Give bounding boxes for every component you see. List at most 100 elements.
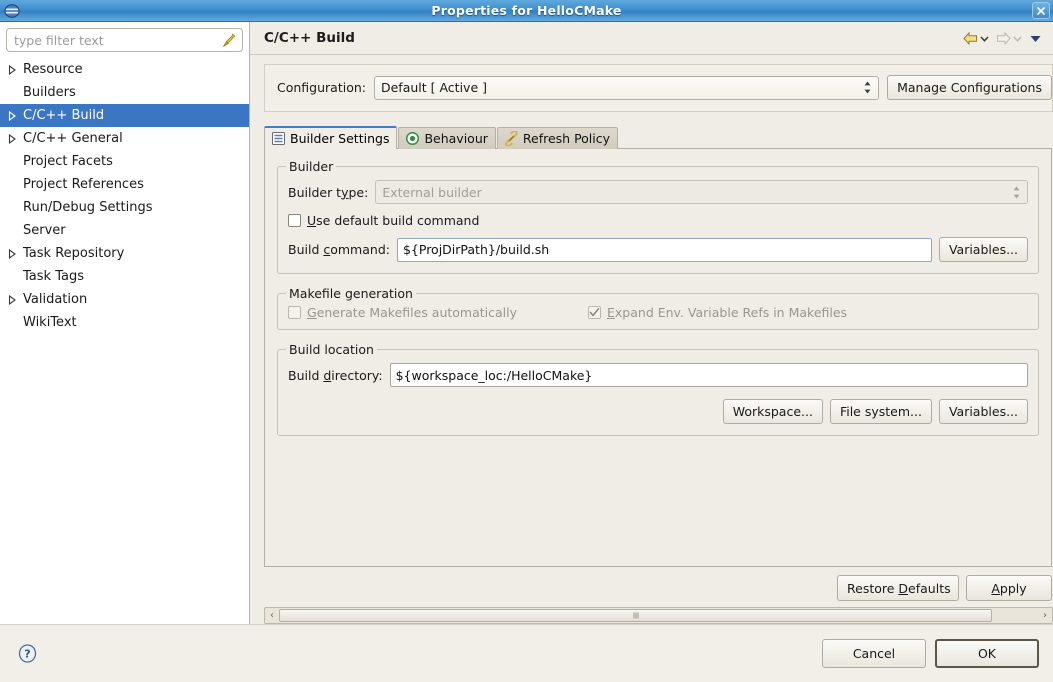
build-command-variables-button[interactable]: Variables... xyxy=(938,237,1028,262)
forward-button[interactable] xyxy=(993,31,1024,46)
properties-dialog: Properties for HelloCMake type filter te… xyxy=(0,0,1053,682)
back-arrow-icon xyxy=(963,31,977,45)
expand-arrow-icon[interactable] xyxy=(4,248,21,259)
scroll-left-arrow[interactable]: ‹ xyxy=(265,608,279,623)
sidebar-item-project-facets[interactable]: Project Facets xyxy=(0,150,249,173)
tab-refresh-policy[interactable]: Refresh Policy xyxy=(496,127,619,149)
checkmark-icon xyxy=(589,308,600,317)
expand-arrow-icon[interactable] xyxy=(4,294,21,305)
sidebar-item-project-references[interactable]: Project References xyxy=(0,173,249,196)
expand-env-vars-checkbox xyxy=(588,306,601,319)
scrollbar-track[interactable] xyxy=(279,609,1038,622)
sidebar-item-label: Project References xyxy=(23,177,144,192)
sidebar-item-label: Task Repository xyxy=(23,246,125,261)
configuration-label: Configuration: xyxy=(277,80,366,95)
sidebar-item-c-c-general[interactable]: C/C++ General xyxy=(0,127,249,150)
sidebar-item-task-tags[interactable]: Task Tags xyxy=(0,265,249,288)
window-title: Properties for HelloCMake xyxy=(431,3,622,18)
page-header: C/C++ Build xyxy=(250,22,1053,55)
builder-type-select: External builder xyxy=(375,180,1028,204)
tab-label: Refresh Policy xyxy=(522,131,611,146)
cancel-button[interactable]: Cancel xyxy=(822,639,926,668)
sidebar-item-run-debug-settings[interactable]: Run/Debug Settings xyxy=(0,196,249,219)
view-menu-chevron-icon xyxy=(1030,35,1041,42)
makefile-checkbox-row: Generate Makefiles automatically Expand … xyxy=(288,305,1028,320)
expand-arrow-icon[interactable] xyxy=(4,133,21,144)
build-command-label: Build command: xyxy=(288,242,390,257)
search-input[interactable] xyxy=(7,29,242,51)
build-directory-label: Build directory: xyxy=(288,367,383,383)
page-nav-buttons xyxy=(960,31,1045,46)
spinner-updown-icon xyxy=(1013,186,1020,198)
sidebar-item-label: Builders xyxy=(23,85,76,100)
back-button[interactable] xyxy=(960,31,991,46)
behaviour-target-icon xyxy=(406,131,420,146)
makefile-generation-group: Makefile generation Generate Makefiles a… xyxy=(277,286,1039,330)
configuration-row: Configuration: Default [ Active ] Manage… xyxy=(264,64,1053,112)
apply-button[interactable]: Apply xyxy=(966,575,1052,601)
chevron-down-icon xyxy=(980,35,989,42)
sidebar-item-c-c-build[interactable]: C/C++ Build xyxy=(0,104,249,127)
sidebar-item-task-repository[interactable]: Task Repository xyxy=(0,242,249,265)
broom-icon[interactable] xyxy=(220,32,237,49)
build-directory-input[interactable] xyxy=(389,363,1028,387)
sidebar-item-label: WikiText xyxy=(23,315,77,330)
scroll-right-arrow[interactable]: › xyxy=(1038,608,1052,623)
build-location-buttons: Workspace... File system... Variables... xyxy=(288,399,1028,424)
sidebar-item-resource[interactable]: Resource xyxy=(0,58,249,81)
tab-behaviour[interactable]: Behaviour xyxy=(398,127,496,149)
builder-settings-panel: Builder Builder type: External builder U… xyxy=(264,148,1052,567)
close-icon xyxy=(1037,6,1045,15)
use-default-build-command-row[interactable]: Use default build command xyxy=(288,213,1028,228)
spinner-updown-icon xyxy=(864,81,871,94)
sidebar-item-builders[interactable]: Builders xyxy=(0,81,249,104)
workspace-button[interactable]: Workspace... xyxy=(722,399,823,424)
expand-arrow-icon[interactable] xyxy=(4,110,21,121)
scrollbar-thumb[interactable] xyxy=(279,609,993,622)
help-question-icon[interactable]: ? xyxy=(18,644,37,663)
chevron-down-icon xyxy=(1013,35,1022,42)
use-default-build-command-checkbox[interactable] xyxy=(288,214,301,227)
manage-configurations-button[interactable]: Manage Configurations xyxy=(887,75,1052,100)
build-location-group-title: Build location xyxy=(286,342,377,357)
filter-box[interactable] xyxy=(6,28,243,52)
build-location-variables-button[interactable]: Variables... xyxy=(938,399,1028,424)
builder-group: Builder Builder type: External builder U… xyxy=(277,159,1039,274)
tab-label: Behaviour xyxy=(424,131,488,146)
sidebar-item-label: Project Facets xyxy=(23,154,113,169)
svg-text:?: ? xyxy=(24,648,30,661)
forward-arrow-icon xyxy=(997,31,1011,45)
sidebar-item-server[interactable]: Server xyxy=(0,219,249,242)
tab-label: Builder Settings xyxy=(290,131,390,146)
title-bar: Properties for HelloCMake xyxy=(0,0,1053,22)
footer-buttons: Cancel OK xyxy=(822,639,1039,668)
settings-tree[interactable]: Resource Builders C/C++ Build C/C++ General… xyxy=(0,56,249,624)
build-command-input[interactable] xyxy=(396,237,932,262)
expand-arrow-icon[interactable] xyxy=(4,64,21,75)
generate-makefiles-checkbox xyxy=(288,306,301,319)
build-location-group: Build location Build directory: Workspac… xyxy=(277,342,1039,436)
builder-type-label: Builder type: xyxy=(288,184,369,200)
page-content: Configuration: Default [ Active ] Manage… xyxy=(250,55,1053,624)
sidebar-item-label: Run/Debug Settings xyxy=(23,200,153,215)
configuration-select[interactable]: Default [ Active ] xyxy=(373,75,880,100)
builder-group-title: Builder xyxy=(286,159,337,174)
tab-builder-settings[interactable]: Builder Settings xyxy=(264,126,398,149)
sidebar-item-validation[interactable]: Validation xyxy=(0,288,249,311)
view-menu-button[interactable] xyxy=(1026,32,1045,45)
close-window-button[interactable] xyxy=(1032,2,1050,19)
grip-icon xyxy=(633,612,639,619)
sidebar-item-label: Server xyxy=(23,223,66,238)
restore-defaults-button[interactable]: Restore Defaults xyxy=(837,575,959,601)
sidebar-item-wikitext[interactable]: WikiText xyxy=(0,311,249,334)
sidebar-item-label: Validation xyxy=(23,292,88,307)
expand-env-vars-label: Expand Env. Variable Refs in Makefiles xyxy=(607,305,848,320)
build-directory-row: Build directory: xyxy=(288,363,1028,387)
sidebar-item-label: C/C++ General xyxy=(23,131,123,146)
file-system-button[interactable]: File system... xyxy=(829,399,932,424)
dialog-body: Resource Builders C/C++ Build C/C++ General… xyxy=(0,22,1053,624)
ok-button[interactable]: OK xyxy=(935,639,1039,668)
horizontal-scrollbar[interactable]: ‹ › xyxy=(264,607,1053,624)
dialog-footer: ? Cancel OK xyxy=(0,624,1053,682)
generate-makefiles-label: Generate Makefiles automatically xyxy=(307,305,518,320)
